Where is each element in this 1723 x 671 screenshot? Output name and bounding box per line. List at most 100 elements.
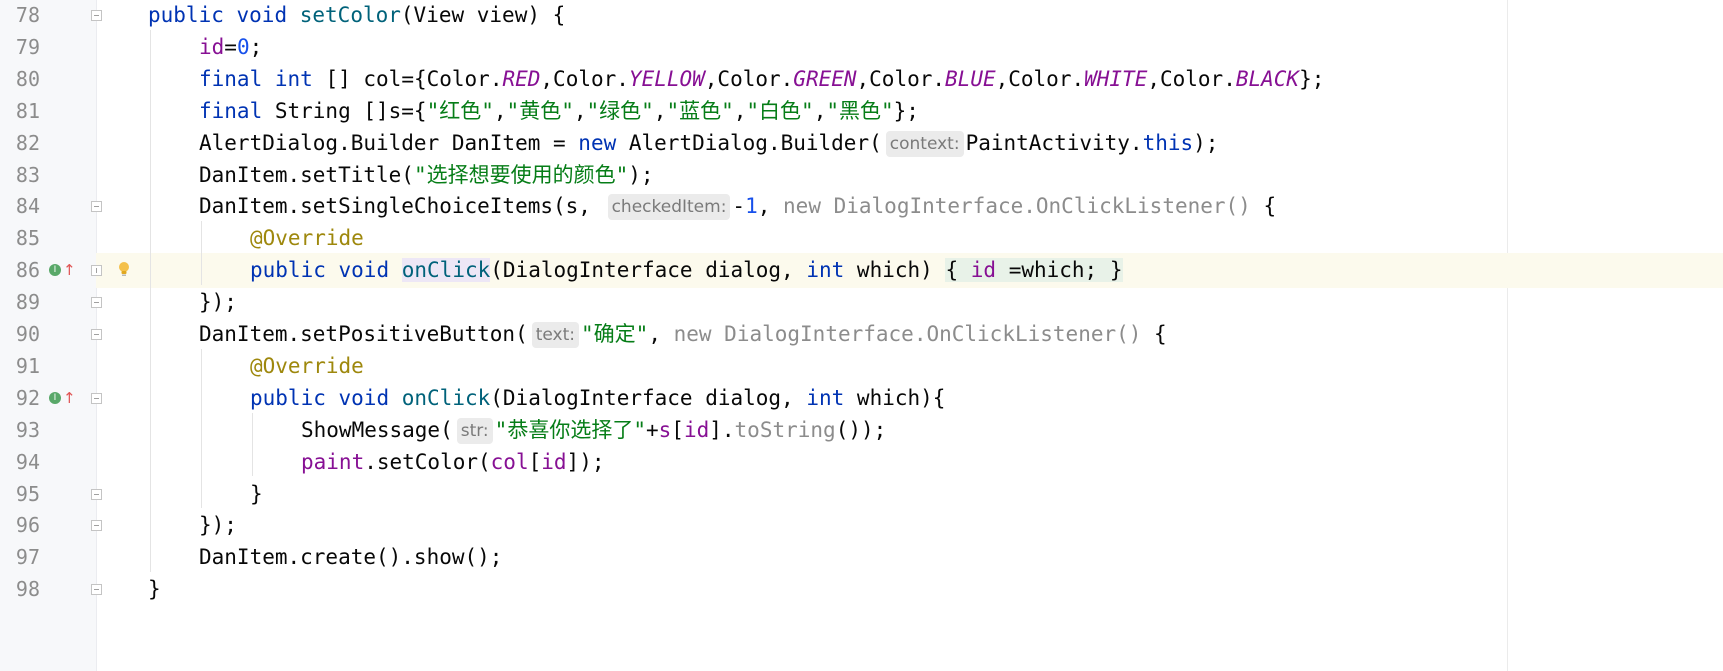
code-token[interactable]: void (339, 386, 390, 410)
code-token[interactable]: "绿色" (587, 99, 654, 123)
code-token[interactable]: "选择想要使用的颜色" (414, 163, 628, 187)
code-text[interactable]: paint.setColor(col[id]); (301, 445, 604, 480)
code-text[interactable]: ShowMessage(str: "恭喜你选择了"+s[id].toString(… (301, 413, 886, 448)
code-token[interactable]: ; (250, 35, 263, 59)
code-line[interactable]: 96}); (0, 508, 1723, 543)
line-number[interactable]: 78 (0, 0, 40, 33)
code-token[interactable]: , (734, 99, 747, 123)
code-line[interactable]: 92 I ↑ public void onClick(DialogInterface … (0, 381, 1723, 416)
code-text[interactable]: @Override (250, 349, 364, 384)
line-number[interactable]: 94 (0, 445, 40, 480)
code-token[interactable]: YELLOW (629, 67, 705, 91)
code-line[interactable]: 80 final int [] col={Color.RED,Color.YELL… (0, 62, 1723, 97)
line-number[interactable]: 97 (0, 540, 40, 575)
code-text[interactable]: public void setColor(View view) { (148, 0, 565, 33)
code-token[interactable]: id (541, 450, 566, 474)
code-token[interactable]: s (659, 418, 672, 442)
code-token[interactable]: } (148, 577, 161, 601)
code-token[interactable]: 1 (745, 194, 758, 218)
fold-marker-icon[interactable] (91, 10, 102, 21)
code-token[interactable]: ,Color. (857, 67, 946, 91)
code-token[interactable]: = (224, 35, 237, 59)
code-text[interactable]: final String []s={"红色","黄色","绿色","蓝色","白… (199, 94, 919, 129)
code-token[interactable]: "蓝色" (666, 99, 733, 123)
fold-marker-icon[interactable] (91, 488, 102, 500)
code-token[interactable] (958, 258, 971, 283)
code-token[interactable]: BLACK (1236, 67, 1299, 91)
line-number[interactable]: 95 (0, 477, 40, 512)
line-number[interactable]: 93 (0, 413, 40, 448)
code-token[interactable]: setColor (300, 3, 401, 27)
fold-marker-icon[interactable] (91, 584, 102, 596)
code-token[interactable]: AlertDialog.Builder DanItem = (199, 131, 578, 155)
code-token[interactable]: id (199, 35, 224, 59)
line-number[interactable]: 82 (0, 126, 40, 161)
code-token[interactable]: DanItem.setPositiveButton( (199, 322, 528, 346)
code-token[interactable]: ,Color. (705, 67, 794, 91)
code-token[interactable]: WHITE (1084, 67, 1147, 91)
code-text[interactable]: DanItem.setSingleChoiceItems(s, checkedI… (199, 189, 1276, 224)
code-token[interactable]: int (806, 386, 844, 410)
code-line[interactable]: 89}); (0, 285, 1723, 320)
code-token[interactable]: { (1251, 194, 1276, 218)
code-token[interactable]: "黄色" (507, 99, 574, 123)
code-token[interactable] (224, 3, 237, 27)
code-token[interactable]: AlertDialog.Builder( (616, 131, 882, 155)
code-token[interactable]: , (648, 322, 673, 346)
code-line[interactable]: 90 DanItem.setPositiveButton(text: "确定", n… (0, 317, 1723, 352)
code-text[interactable]: id=0; (199, 30, 262, 65)
line-number[interactable]: 96 (0, 508, 40, 543)
code-token[interactable]: [ (529, 450, 542, 474)
code-token[interactable]: }; (1299, 67, 1324, 91)
code-token[interactable]: [] col={Color. (313, 67, 502, 91)
overrides-arrow-icon[interactable]: ↑ (63, 260, 76, 280)
fold-marker-icon[interactable] (91, 520, 102, 532)
code-editor[interactable]: 78 public void setColor(View view) {79 id=… (0, 0, 1723, 671)
code-token[interactable]: } (250, 482, 263, 506)
code-token[interactable]: onClick (401, 258, 491, 283)
code-text[interactable]: DanItem.create().show(); (199, 540, 502, 575)
code-token[interactable]: col (491, 450, 529, 474)
code-token[interactable]: , (758, 194, 783, 218)
code-token[interactable]: + (646, 418, 659, 442)
code-line[interactable]: 83 DanItem.setTitle("选择想要使用的颜色"); (0, 158, 1723, 193)
code-token[interactable]: id (684, 418, 709, 442)
code-line[interactable]: 86 I ↑ public void onClick(DialogInterface … (0, 253, 1723, 289)
code-token[interactable]: public (250, 258, 326, 282)
code-text[interactable]: final int [] col={Color.RED,Color.YELLOW… (199, 62, 1324, 97)
code-token[interactable]: PaintActivity. (966, 131, 1143, 155)
line-number[interactable]: 98 (0, 572, 40, 607)
code-token[interactable]: int (275, 67, 313, 91)
code-text[interactable]: public void onClick(DialogInterface dial… (250, 253, 1123, 288)
code-token[interactable]: GREEN (793, 67, 856, 91)
fold-marker-icon[interactable] (91, 329, 102, 340)
code-token[interactable]: ); (1193, 131, 1218, 155)
code-line[interactable]: 95} (0, 477, 1723, 512)
code-token[interactable]: ,Color. (540, 67, 629, 91)
code-token[interactable]: new DialogInterface.OnClickListener() (674, 322, 1142, 346)
code-token[interactable]: "确定" (581, 322, 648, 346)
overrides-arrow-icon[interactable]: ↑ (63, 388, 76, 408)
code-token[interactable]: RED (502, 67, 540, 91)
code-token[interactable]: id (970, 258, 997, 283)
code-token[interactable]: toString (735, 418, 836, 442)
code-text[interactable]: DanItem.setTitle("选择想要使用的颜色"); (199, 158, 654, 193)
line-number[interactable]: 92 (0, 381, 40, 416)
fold-marker-icon[interactable] (91, 297, 102, 309)
code-token[interactable]: new DialogInterface.OnClickListener() (783, 194, 1251, 218)
code-token[interactable]: final (199, 67, 262, 91)
line-number[interactable]: 91 (0, 349, 40, 384)
code-line[interactable]: 84 DanItem.setSingleChoiceItems(s, checke… (0, 189, 1723, 224)
line-number[interactable]: 86 (0, 253, 40, 288)
code-token[interactable]: .setColor( (364, 450, 490, 474)
line-number[interactable]: 89 (0, 285, 40, 320)
implements-icon[interactable]: I (49, 391, 61, 404)
code-token[interactable]: =which; (996, 258, 1110, 283)
code-token[interactable]: ]); (567, 450, 605, 474)
code-token[interactable]: paint (301, 450, 364, 474)
code-token[interactable] (389, 258, 402, 282)
fold-marker-icon[interactable] (91, 201, 102, 213)
code-line[interactable]: 97 DanItem.create().show(); (0, 540, 1723, 575)
code-line[interactable]: 78 public void setColor(View view) { (0, 0, 1723, 33)
code-token[interactable]: "恭喜你选择了" (495, 418, 646, 442)
